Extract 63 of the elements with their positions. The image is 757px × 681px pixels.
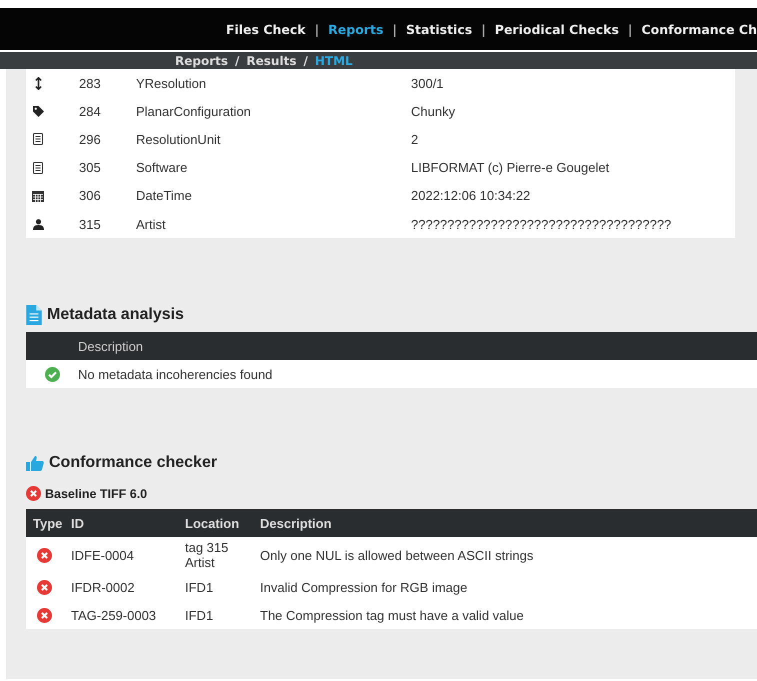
table-cell-text: tag 315 Artist <box>185 539 230 572</box>
nav-separator: | <box>392 22 397 36</box>
tag-id: 283 <box>78 76 102 91</box>
tag-value: 2022:12:06 10:34:22 <box>411 188 530 204</box>
column-header: ID <box>71 516 85 531</box>
column-header: Description <box>260 516 332 531</box>
tag-id: 315 <box>78 216 102 232</box>
document-icon <box>33 162 43 174</box>
calendar-icon <box>32 190 44 202</box>
table-cell-text: IFD1 <box>185 578 214 597</box>
tag-value: ???????????????????????????????????? <box>411 216 672 232</box>
tag-id: 284 <box>78 104 102 119</box>
thumbs-up-icon <box>26 455 44 472</box>
column-header: Description <box>78 338 144 354</box>
table-cell: No metadata incoherencies found <box>78 366 272 382</box>
tag-value: LIBFORMAT (c) Pierre-e Gougelet <box>411 160 610 176</box>
table-cell-text: IDFE-0004 <box>71 548 135 563</box>
error-circle-icon <box>37 580 52 595</box>
nav-separator: | <box>314 22 320 36</box>
nav-link[interactable]: Conformance Ch <box>641 22 757 36</box>
tag-value: 300/1 <box>411 76 444 91</box>
check-circle-icon <box>44 366 60 382</box>
nav-link[interactable]: Reports <box>328 22 384 36</box>
nav-separator: | <box>628 22 632 36</box>
tag-name: Artist <box>135 216 167 232</box>
tag-value: 2 <box>411 132 418 147</box>
tag-id: 305 <box>78 160 102 176</box>
tag-name: ResolutionUnit <box>135 132 222 147</box>
user-icon <box>32 218 44 230</box>
column-header: Location <box>185 516 240 531</box>
breadcrumb-link[interactable]: HTML <box>314 54 353 68</box>
nav-link[interactable]: Statistics <box>406 22 472 36</box>
table-cell: Only one NUL is allowed between ASCII strings <box>260 548 534 563</box>
section-title: Conformance checker <box>49 454 218 472</box>
table-cell: The Compression tag must have a valid value <box>260 608 524 623</box>
section-title: Metadata analysis <box>47 306 184 324</box>
table-cell: Invalid Compression for RGB image <box>260 580 468 595</box>
breadcrumb-separator: / <box>235 54 240 68</box>
table-cell-text: TAG-259-0003 <box>71 608 158 623</box>
document-icon <box>33 133 43 146</box>
nav-separator: | <box>481 22 486 36</box>
document-icon <box>26 305 42 326</box>
error-circle-icon <box>26 486 41 502</box>
vertical-arrows-icon <box>34 76 42 90</box>
tag-name: PlanarConfiguration <box>135 104 252 119</box>
breadcrumb-separator: / <box>303 54 308 68</box>
tag-id: 296 <box>78 132 102 147</box>
tag-value: Chunky <box>411 104 456 119</box>
tag-name: YResolution <box>135 76 208 91</box>
tag-icon <box>32 106 44 117</box>
column-header: Type <box>32 516 64 531</box>
table-cell-text: IFDR-0002 <box>71 580 136 595</box>
error-circle-icon <box>37 548 52 563</box>
breadcrumb-link[interactable]: Reports <box>175 54 228 68</box>
nav-link[interactable]: Periodical Checks <box>494 22 619 36</box>
breadcrumb-link[interactable]: Results <box>246 54 296 68</box>
tag-name: Software <box>135 160 188 176</box>
profile-title: Baseline TIFF 6.0 <box>45 486 148 501</box>
error-circle-icon <box>37 608 52 623</box>
tag-id: 306 <box>78 188 102 204</box>
tag-name: DateTime <box>135 188 193 204</box>
table-cell-text: IFD1 <box>185 606 214 625</box>
nav-link[interactable]: Files Check <box>226 22 306 36</box>
